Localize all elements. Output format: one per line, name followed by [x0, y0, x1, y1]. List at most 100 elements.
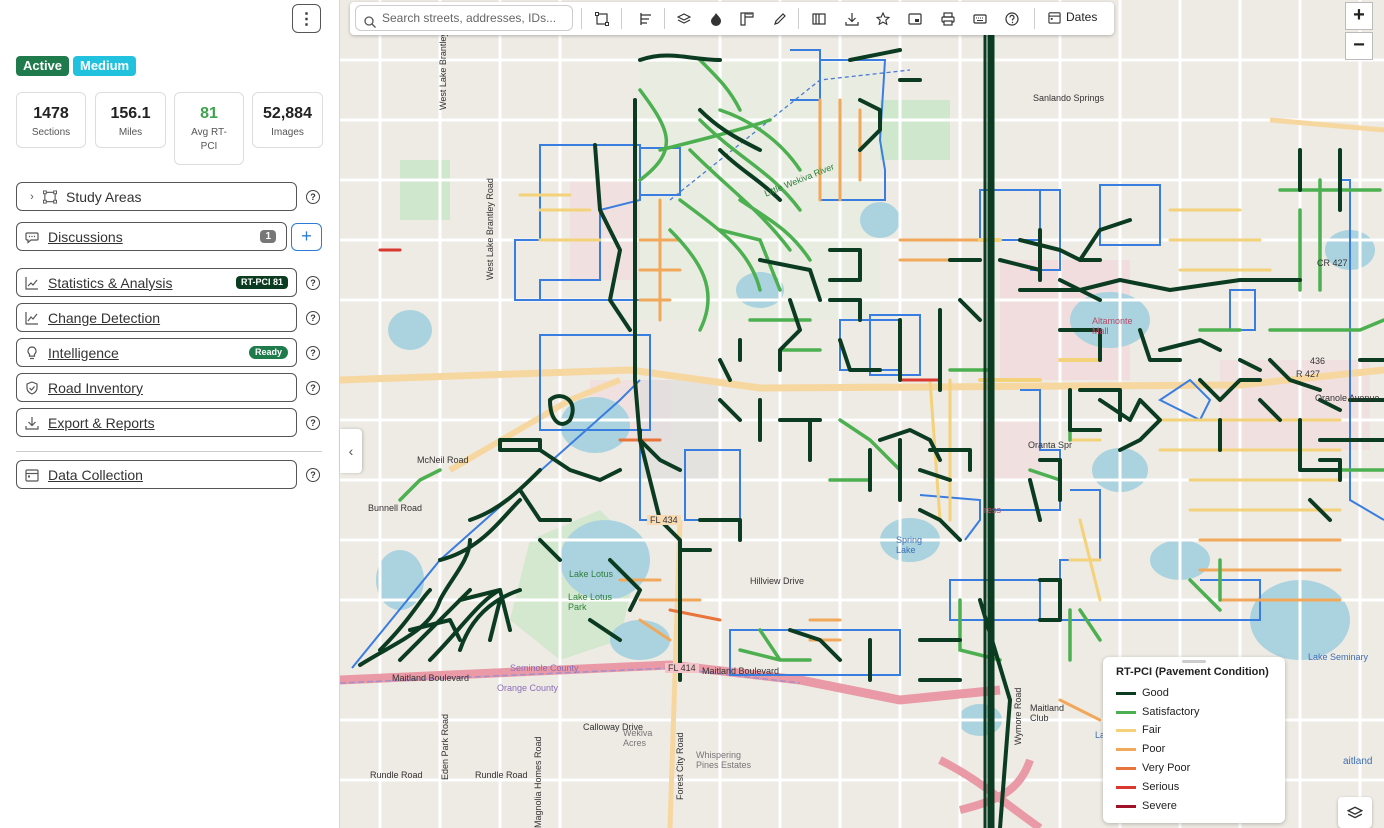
- legend-label: Serious: [1142, 781, 1180, 793]
- map-label: Whispering Pines Estates: [696, 750, 752, 770]
- help-icon[interactable]: ?: [306, 190, 320, 204]
- legend-tree-icon[interactable]: [637, 10, 655, 28]
- export-reports-row[interactable]: Export & Reports: [16, 408, 297, 437]
- draw-icon[interactable]: [771, 10, 789, 28]
- measure-icon[interactable]: [738, 10, 756, 28]
- priority-badge: Medium: [73, 56, 137, 76]
- legend-drag-handle[interactable]: [1182, 660, 1206, 663]
- search-input[interactable]: Search streets, addresses, IDs...: [355, 5, 573, 31]
- stat-miles: 156.1 Miles: [95, 92, 166, 148]
- layers-button[interactable]: [1338, 797, 1372, 828]
- calendar-icon: [25, 468, 39, 482]
- map-label: CR 427: [1317, 258, 1348, 268]
- legend-title: RT-PCI (Pavement Condition): [1116, 666, 1269, 678]
- toolbar-separator: [621, 8, 622, 29]
- status-badge: Active: [16, 56, 70, 76]
- collapse-sidebar-button[interactable]: ‹: [340, 429, 362, 473]
- layers-icon[interactable]: [675, 10, 693, 28]
- map-canvas[interactable]: Sanlando Springs Altamonte Mall McNeil R…: [340, 0, 1384, 828]
- stat-avg-pci: 81 Avg RT-PCI: [174, 92, 244, 165]
- discussions-row[interactable]: Discussions 1: [16, 222, 287, 251]
- map-label: Seminole County: [510, 663, 579, 673]
- help-icon[interactable]: ?: [306, 346, 320, 360]
- search-placeholder: Search streets, addresses, IDs...: [382, 11, 557, 25]
- map-label: Altamonte Mall: [1092, 316, 1133, 336]
- discussions-label: Discussions: [48, 228, 123, 245]
- download-icon: [25, 416, 39, 430]
- map-label: Rundle Road: [475, 770, 528, 780]
- map-label: R 427: [1296, 369, 1321, 379]
- legend-item-poor: Poor: [1116, 741, 1165, 757]
- print-icon[interactable]: [939, 10, 957, 28]
- map-label: Rundle Road: [370, 770, 423, 780]
- zoom-in-button[interactable]: +: [1345, 2, 1373, 30]
- map-label: Eden Park Road: [440, 713, 450, 780]
- select-area-icon[interactable]: [593, 10, 611, 28]
- calendar-icon: [1048, 11, 1061, 24]
- map-label: Maitland Boulevard: [392, 673, 470, 683]
- map-label: ress: [984, 505, 1002, 515]
- map-label: Bunnell Road: [368, 503, 423, 513]
- map-label: West Lake Brantley Road: [485, 178, 495, 280]
- legend-label: Fair: [1142, 724, 1161, 736]
- map-label: Wekiva Acres: [623, 728, 653, 748]
- heatmap-icon[interactable]: [707, 10, 725, 28]
- map-toolbar: Search streets, addresses, IDs... Dates: [350, 2, 1114, 35]
- legend-swatch: [1116, 691, 1136, 695]
- map-label: Wymore Road: [1013, 687, 1023, 745]
- intelligence-row[interactable]: Intelligence Ready: [16, 338, 297, 367]
- shield-icon: [25, 380, 39, 395]
- study-area-icon: [43, 189, 57, 204]
- stat-label: Miles: [118, 127, 143, 138]
- map-label: Spring Lake: [896, 535, 923, 555]
- help-icon[interactable]: ?: [306, 381, 320, 395]
- map-label: aitland: [1343, 756, 1373, 767]
- intelligence-label: Intelligence: [48, 344, 119, 361]
- help-icon[interactable]: [1003, 10, 1021, 28]
- data-collection-row[interactable]: Data Collection: [16, 460, 297, 489]
- map-label: Oranta Spr: [1028, 440, 1073, 450]
- star-icon[interactable]: [874, 10, 892, 28]
- keyboard-icon[interactable]: [971, 10, 989, 28]
- help-icon[interactable]: ?: [306, 468, 320, 482]
- road-inventory-row[interactable]: Road Inventory: [16, 373, 297, 402]
- toolbar-separator: [798, 8, 799, 29]
- more-options-button[interactable]: ⋮: [292, 4, 321, 33]
- data-collection-label: Data Collection: [48, 466, 143, 483]
- sidebar: ⋮ Active Medium 1478 Sections 156.1 Mile…: [0, 0, 340, 828]
- help-icon[interactable]: ?: [306, 416, 320, 430]
- change-detection-row[interactable]: Change Detection: [16, 303, 297, 332]
- legend-label: Good: [1142, 687, 1169, 699]
- layers-icon: [1347, 805, 1363, 821]
- chevron-right-icon: ›: [30, 190, 34, 203]
- lightbulb-icon: [25, 345, 39, 360]
- legend-swatch: [1116, 747, 1136, 751]
- picture-in-picture-icon[interactable]: [906, 10, 924, 28]
- help-icon[interactable]: ?: [306, 276, 320, 290]
- zoom-out-button[interactable]: −: [1345, 32, 1373, 60]
- download-icon[interactable]: [843, 10, 861, 28]
- add-discussion-button[interactable]: +: [291, 223, 322, 251]
- map-label: McNeil Road: [417, 455, 469, 465]
- stat-label: Avg RT-PCI: [191, 127, 227, 152]
- legend-item-serious: Serious: [1116, 779, 1179, 795]
- dates-label: Dates: [1066, 10, 1098, 24]
- search-icon: [364, 12, 376, 36]
- stat-label: Sections: [31, 127, 71, 138]
- map-label: Magnolia Homes Road: [533, 736, 543, 828]
- stat-value: 1478: [33, 105, 69, 122]
- study-areas-row[interactable]: › Study Areas: [16, 182, 297, 211]
- legend-item-satisfactory: Satisfactory: [1116, 704, 1199, 720]
- legend-label: Poor: [1142, 743, 1166, 755]
- map-label: Lake Lotus Park: [568, 592, 613, 612]
- help-icon[interactable]: ?: [306, 311, 320, 325]
- statistics-row[interactable]: Statistics & Analysis RT-PCI 81: [16, 268, 297, 297]
- ready-badge: Ready: [248, 346, 288, 359]
- study-areas-label: Study Areas: [66, 188, 142, 205]
- map-label: Maitland Boulevard: [702, 666, 780, 676]
- compare-icon[interactable]: [810, 10, 828, 28]
- dates-button[interactable]: Dates: [1048, 10, 1097, 24]
- legend-item-good: Good: [1116, 685, 1169, 701]
- map-label: Hillview Drive: [750, 576, 805, 586]
- map-label: Lake Seminary: [1308, 652, 1369, 662]
